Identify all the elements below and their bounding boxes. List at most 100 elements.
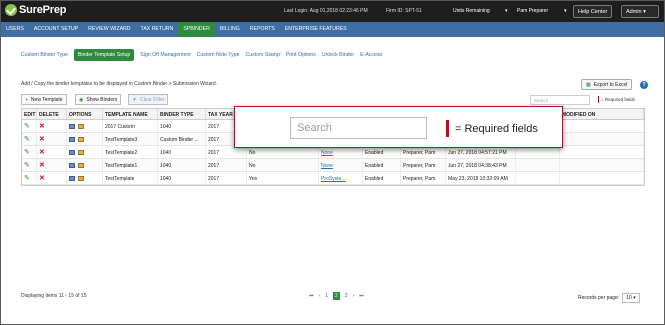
col-options[interactable]: OPTIONS <box>67 109 103 119</box>
tab-custom-note-type[interactable]: Custom Note Type <box>197 52 240 58</box>
filter-icon: ▼ <box>132 96 137 103</box>
next-page-icon[interactable]: › <box>353 293 355 299</box>
units-remaining-select[interactable]: Units Remaining <box>453 8 490 14</box>
new-template-label: New Template <box>30 96 63 103</box>
required-text-zoomed: = Required fields <box>455 122 538 135</box>
cell-tax-year: 2017 <box>206 159 247 171</box>
required-legend-zoomed: = Required fields <box>446 120 538 137</box>
top-header: SurePrep Last Login: Aug 01,2018 02:23:4… <box>1 1 664 22</box>
cell-binder-type: Custom Binder ... <box>158 133 206 145</box>
cell <box>516 159 560 171</box>
main-nav: USERS ACCOUNT SETUP REVIEW WIZARD TAX RE… <box>1 22 664 37</box>
prev-page-icon[interactable]: ‹ <box>319 293 321 299</box>
attachment-link[interactable]: ProSyste... <box>321 176 345 182</box>
cell-tax-year: 2017 <box>206 172 247 184</box>
zoom-callout: Search = Required fields <box>234 106 563 148</box>
copy-icon[interactable] <box>69 124 75 130</box>
rpp-select[interactable]: 10 ▾ <box>622 293 640 303</box>
dropdown-icon: ▾ <box>564 8 567 14</box>
role-select[interactable]: Admin ▾ <box>621 5 659 18</box>
delete-icon[interactable]: ✕ <box>39 149 45 156</box>
cell-binder-type: 1040 <box>158 146 206 158</box>
page-description: Add / Copy the binder templates to be di… <box>21 81 218 87</box>
user-select[interactable]: Pam Preparer <box>517 8 548 14</box>
export-label: Export to Excel <box>593 81 628 88</box>
copy-icon[interactable] <box>69 163 75 169</box>
nav-spbinder[interactable]: SPBINDER <box>178 22 215 37</box>
cell-template-name: TestTemplate <box>103 172 158 184</box>
delete-icon[interactable]: ✕ <box>39 136 45 143</box>
records-per-page: Records per page: 10 ▾ <box>578 293 640 303</box>
copy-icon[interactable] <box>69 176 75 182</box>
copy-icon[interactable] <box>69 137 75 143</box>
app-frame: SurePrep Last Login: Aug 01,2018 02:23:4… <box>0 0 665 325</box>
col-template-name[interactable]: TEMPLATE NAME <box>103 109 158 119</box>
rpp-label: Records per page: <box>578 295 620 301</box>
help-icon[interactable]: ? <box>640 81 648 89</box>
page-2-current[interactable]: 2 <box>332 292 340 300</box>
binder-icon[interactable] <box>78 124 84 130</box>
cell: Yes <box>247 172 319 184</box>
page-3[interactable]: 3 <box>345 293 348 299</box>
show-binders-button[interactable]: ◉ Show Binders <box>75 94 122 105</box>
binder-icon[interactable] <box>78 150 84 156</box>
binder-icon[interactable] <box>78 137 84 143</box>
page-1[interactable]: 1 <box>325 293 328 299</box>
table-row[interactable]: ✎ ✕ TestTemplate1 1040 2017 No None Enab… <box>22 159 644 172</box>
last-page-icon[interactable]: ⏭ <box>359 293 364 299</box>
export-excel-button[interactable]: ▦ Export to Excel <box>581 79 633 90</box>
attachment-link[interactable]: None <box>321 163 333 169</box>
nav-users[interactable]: USERS <box>1 22 29 37</box>
col-delete[interactable]: DELETE <box>37 109 67 119</box>
clear-filter-button[interactable]: ▼ Clear Filter <box>128 94 169 105</box>
pagination: ⏮ ‹ 1 2 3 › ⏭ <box>309 292 364 300</box>
clear-filter-label: Clear Filter <box>139 96 165 103</box>
nav-review-wizard[interactable]: REVIEW WIZARD <box>83 22 135 37</box>
cell: No <box>247 159 319 171</box>
firm-id: Firm ID: SPT-51 <box>386 8 422 14</box>
logo-text: SurePrep <box>19 4 67 16</box>
displaying-items: Displaying items 11 - 15 of 15 <box>21 293 87 299</box>
nav-reports[interactable]: REPORTS <box>245 22 280 37</box>
binder-icon[interactable] <box>78 163 84 169</box>
nav-enterprise-features[interactable]: ENTERPRISE FEATURES <box>280 22 352 37</box>
delete-icon[interactable]: ✕ <box>39 162 45 169</box>
nav-account-setup[interactable]: ACCOUNT SETUP <box>29 22 83 37</box>
cell-template-name: TestTemplate2 <box>103 146 158 158</box>
binder-icon[interactable] <box>78 176 84 182</box>
tab-binder-template-setup[interactable]: Binder Template Setup <box>73 49 135 61</box>
edit-icon[interactable]: ✎ <box>24 162 30 169</box>
edit-icon[interactable]: ✎ <box>24 175 30 182</box>
edit-icon[interactable]: ✎ <box>24 123 30 130</box>
nav-tax-return[interactable]: TAX RETURN <box>136 22 179 37</box>
delete-icon[interactable]: ✕ <box>39 175 45 182</box>
search-input-zoomed[interactable]: Search <box>290 117 427 139</box>
col-edit[interactable]: EDIT <box>22 109 37 119</box>
table-row[interactable]: ✎ ✕ TestTemplate 1040 2017 Yes ProSyste.… <box>22 172 644 185</box>
edit-icon[interactable]: ✎ <box>24 149 30 156</box>
col-binder-type[interactable]: BINDER TYPE <box>158 109 206 119</box>
cell-binder-type: 1040 <box>158 120 206 132</box>
role-label: Admin <box>626 9 642 15</box>
col-modified-on[interactable]: MODIFIED ON <box>560 109 644 119</box>
tab-e-access[interactable]: E-Access <box>360 52 382 58</box>
required-marker <box>598 96 599 103</box>
binders-icon: ◉ <box>79 96 84 103</box>
tab-sign-off-management[interactable]: Sign Off Management <box>140 52 190 58</box>
tab-custom-stamp[interactable]: Custom Stamp <box>246 52 280 58</box>
tab-unlock-binder[interactable]: Unlock Binder <box>322 52 354 58</box>
help-center-button[interactable]: Help Center <box>573 5 613 18</box>
first-page-icon[interactable]: ⏮ <box>309 293 314 299</box>
edit-icon[interactable]: ✎ <box>24 136 30 143</box>
logo: SurePrep <box>5 4 67 16</box>
cell <box>516 172 560 184</box>
show-binders-label: Show Binders <box>86 96 118 103</box>
nav-billing[interactable]: BILLING <box>215 22 245 37</box>
new-template-button[interactable]: + New Template <box>21 94 67 105</box>
attachment-link[interactable]: None <box>321 150 333 156</box>
search-input[interactable]: Search <box>530 95 590 105</box>
tab-custom-binder-type[interactable]: Custom Binder Type <box>21 52 68 58</box>
tab-print-options[interactable]: Print Options <box>286 52 316 58</box>
copy-icon[interactable] <box>69 150 75 156</box>
delete-icon[interactable]: ✕ <box>39 123 45 130</box>
